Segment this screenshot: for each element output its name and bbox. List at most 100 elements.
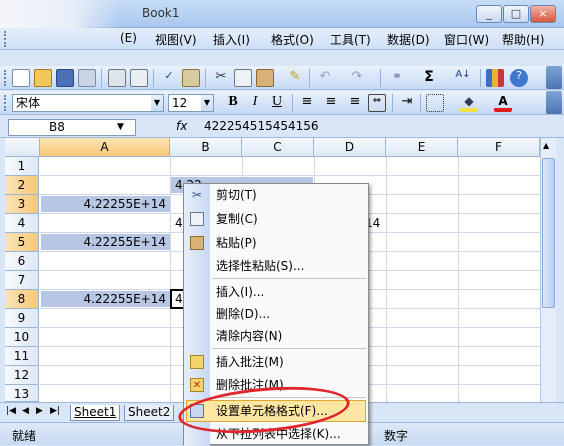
toolbar-grip[interactable] [4, 95, 7, 111]
sheet-tab-sheet2[interactable]: Sheet2 [124, 405, 175, 421]
restore-button[interactable]: □ [503, 5, 529, 23]
column-header-d[interactable]: D [314, 138, 386, 157]
font-name-value: 宋体 [16, 96, 41, 110]
menu-insert[interactable]: 插入(I) [213, 31, 250, 48]
menu-format[interactable]: 格式(O) [271, 31, 314, 48]
menu-item-insert-comment[interactable]: 插入批注(M) [216, 352, 284, 372]
permission-icon[interactable] [78, 69, 96, 87]
menu-data[interactable]: 数据(D) [387, 31, 430, 48]
row-header[interactable]: 5 [5, 233, 39, 252]
column-header-f[interactable]: F [458, 138, 540, 157]
cell-a5[interactable]: 4.22255E+14 [41, 234, 170, 250]
menu-item-cut[interactable]: 剪切(T) [216, 185, 257, 205]
toolbar-separator [420, 94, 421, 112]
menu-window[interactable]: 窗口(W) [444, 31, 489, 48]
font-size-value: 12 [172, 96, 188, 110]
font-color-icon[interactable]: A [494, 94, 512, 112]
row-header[interactable]: 11 [5, 347, 39, 366]
scroll-thumb[interactable] [542, 158, 555, 308]
first-sheet-icon[interactable]: |◀ [6, 406, 16, 416]
column-header-c[interactable]: C [242, 138, 314, 157]
bold-button[interactable]: B [224, 94, 242, 112]
menu-item-paste[interactable]: 粘贴(P) [216, 233, 257, 253]
help-icon[interactable]: ? [510, 69, 528, 87]
menu-edit[interactable]: (E) [120, 31, 137, 45]
menu-item-insert[interactable]: 插入(I)... [216, 282, 264, 302]
toolbar-options-icon[interactable] [546, 91, 562, 114]
row-header[interactable]: 7 [5, 271, 39, 290]
column-header-e[interactable]: E [386, 138, 458, 157]
cut-icon[interactable]: ✂ [212, 69, 230, 87]
autosum-icon[interactable]: Σ [420, 69, 438, 87]
row-header[interactable]: 8 [5, 290, 39, 309]
menu-item-clear-contents[interactable]: 清除内容(N) [216, 326, 282, 346]
status-num: 数字 [384, 429, 409, 443]
research-icon[interactable] [182, 69, 200, 87]
redo-icon[interactable]: ↷ [348, 69, 366, 87]
new-icon[interactable] [12, 69, 30, 87]
save-icon[interactable] [56, 69, 74, 87]
row-header[interactable]: 12 [5, 366, 39, 385]
print-preview-icon[interactable] [130, 69, 148, 87]
underline-button[interactable]: U [268, 94, 286, 112]
menu-help[interactable]: 帮助(H) [502, 31, 544, 48]
align-right-icon[interactable]: ≡ [346, 94, 364, 112]
chevron-down-icon[interactable]: ▼ [117, 120, 124, 135]
row-header[interactable]: 3 [5, 195, 39, 214]
cell-a3[interactable]: 4.22255E+14 [41, 196, 170, 212]
row-header[interactable]: 13 [5, 385, 39, 402]
menu-grip[interactable] [4, 31, 7, 47]
menu-view[interactable]: 视图(V) [155, 31, 197, 48]
select-all-corner[interactable] [5, 138, 40, 157]
hyperlink-icon[interactable]: ⚭ [388, 69, 406, 87]
open-icon[interactable] [34, 69, 52, 87]
column-header-b[interactable]: B [170, 138, 242, 157]
name-box[interactable]: B8 ▼ [8, 119, 136, 136]
fill-color-icon[interactable]: ◆ [460, 94, 478, 112]
menu-item-delete[interactable]: 删除(D)... [216, 304, 270, 324]
toolbar-grip[interactable] [4, 70, 7, 86]
prev-sheet-icon[interactable]: ◀ [22, 406, 29, 416]
chevron-down-icon[interactable]: ▼ [201, 95, 213, 111]
align-left-icon[interactable]: ≡ [298, 94, 316, 112]
chevron-down-icon[interactable]: ▼ [151, 95, 163, 111]
menu-item-copy[interactable]: 复制(C) [216, 209, 258, 229]
toolbar-separator [480, 69, 481, 87]
row-header[interactable]: 6 [5, 252, 39, 271]
toolbar-options-icon[interactable] [546, 66, 562, 89]
row-header[interactable]: 9 [5, 309, 39, 328]
copy-icon[interactable] [234, 69, 252, 87]
row-header[interactable]: 2 [5, 176, 39, 195]
paste-icon[interactable] [256, 69, 274, 87]
italic-button[interactable]: I [246, 94, 264, 112]
scroll-up-icon[interactable]: ▲ [543, 141, 549, 150]
fx-icon[interactable]: fx [176, 119, 187, 133]
minimize-button[interactable]: _ [476, 5, 502, 23]
cell-a8[interactable]: 4.22255E+14 [41, 291, 170, 307]
indent-icon[interactable]: ⇥ [398, 94, 416, 112]
close-button[interactable]: × [530, 5, 556, 23]
next-sheet-icon[interactable]: ▶ [36, 406, 43, 416]
row-header[interactable]: 1 [5, 157, 39, 176]
format-painter-icon[interactable]: ✎ [286, 69, 304, 87]
formula-input[interactable]: 422254515454156 [204, 119, 319, 133]
chart-wizard-icon[interactable] [486, 69, 504, 87]
last-sheet-icon[interactable]: ▶| [50, 406, 60, 416]
column-header-a[interactable]: A [40, 138, 170, 157]
spelling-icon[interactable]: ✓ [160, 69, 178, 87]
row-header[interactable]: 10 [5, 328, 39, 347]
font-size-select[interactable]: 12 ▼ [168, 94, 214, 112]
toolbar-separator [205, 69, 206, 87]
sort-ascending-icon[interactable]: A↓ [454, 69, 472, 87]
row-header[interactable]: 4 [5, 214, 39, 233]
undo-icon[interactable]: ↶ [316, 69, 334, 87]
font-name-select[interactable]: 宋体 ▼ [12, 94, 164, 112]
print-icon[interactable] [108, 69, 126, 87]
menu-tools[interactable]: 工具(T) [330, 31, 371, 48]
borders-icon[interactable] [426, 94, 444, 112]
align-center-icon[interactable]: ≡ [322, 94, 340, 112]
vertical-scrollbar[interactable]: ▲ [540, 138, 556, 402]
menu-item-paste-special[interactable]: 选择性粘贴(S)... [216, 256, 304, 276]
sheet-tab-sheet1[interactable]: Sheet1 [70, 405, 121, 421]
merge-center-icon[interactable]: ⇔ [368, 94, 386, 112]
